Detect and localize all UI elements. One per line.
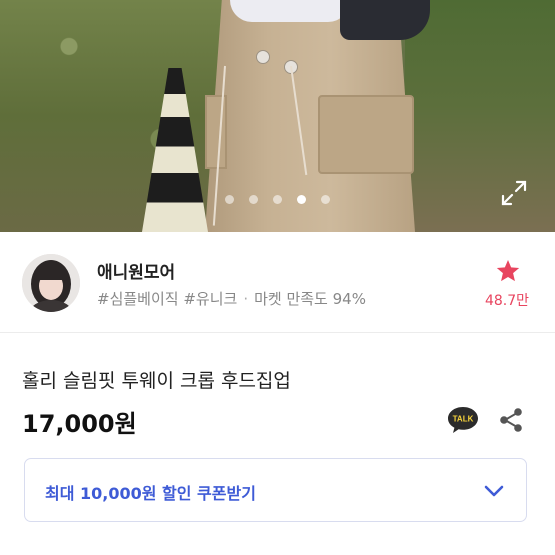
seller-meta: #심플베이직 #유니크 · 마켓 만족도 94% [97,288,366,309]
like-count: 48.7만 [484,293,530,309]
carousel-dot[interactable] [225,195,234,204]
carousel-dot[interactable] [249,195,258,204]
carousel-dot-active[interactable] [297,195,306,204]
share-icon[interactable] [497,406,525,434]
seller-avatar[interactable] [22,254,80,312]
product-image-carousel[interactable] [0,0,555,232]
carousel-dot[interactable] [273,195,282,204]
kakao-talk-button[interactable]: TALK [446,405,480,435]
avatar-image [22,254,80,312]
seller-tags: #심플베이직 #유니크 [97,290,238,308]
expand-icon[interactable] [501,180,527,206]
product-photo-pocket [318,95,414,174]
product-title: 홀리 슬림핏 투웨이 크롭 후드집업 [22,370,291,392]
seller-row[interactable]: 애니원모어 #심플베이직 #유니크 · 마켓 만족도 94% 48.7만 [0,232,555,333]
coupon-label: 최대 10,000원 할인 쿠폰받기 [45,484,256,503]
separator: · [243,290,249,308]
kakao-talk-label: TALK [453,415,474,424]
product-photo-sleeve [340,0,430,40]
carousel-indicator [0,195,555,204]
seller-satisfaction: 마켓 만족도 94% [254,290,366,308]
seller-name[interactable]: 애니원모어 [97,258,175,283]
product-photo-shirt [230,0,350,22]
star-icon[interactable] [495,258,521,284]
carousel-dot[interactable] [321,195,330,204]
coupon-button[interactable]: 최대 10,000원 할인 쿠폰받기 [24,458,527,522]
product-price: 17,000원 [22,410,137,438]
product-photo-snap [256,50,270,64]
chevron-down-icon [484,485,504,497]
product-photo-pocket [205,95,227,169]
